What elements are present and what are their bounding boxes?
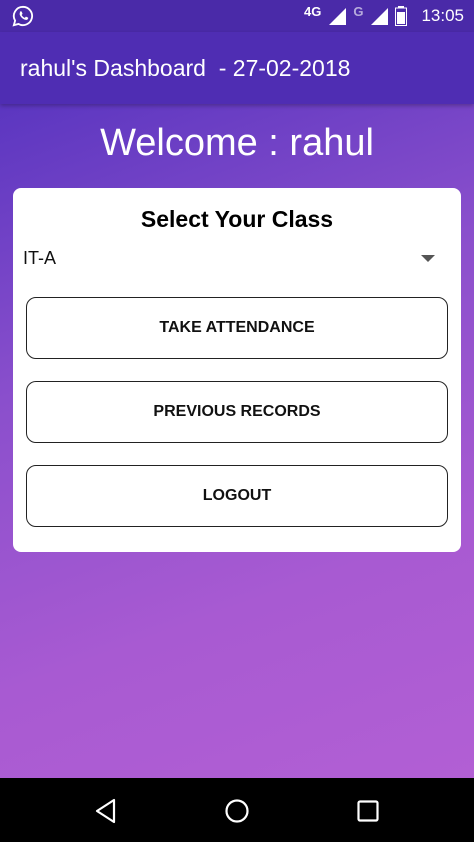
previous-records-button[interactable]: PREVIOUS RECORDS <box>26 381 448 443</box>
network-g-label: G <box>353 4 364 19</box>
system-nav-bar <box>0 778 474 842</box>
logout-button[interactable]: LOGOUT <box>26 465 448 527</box>
network-4g-label: 4G <box>303 4 322 19</box>
status-time: 13:05 <box>421 6 464 25</box>
selected-class: IT-A <box>23 247 57 268</box>
card-title: Select Your Class <box>140 206 334 232</box>
app-bar-title: rahul's Dashboard - 27-02-2018 <box>20 54 351 81</box>
signal-g-icon <box>371 8 389 25</box>
recents-icon[interactable] <box>353 796 383 826</box>
welcome-text: Welcome : rahul <box>100 122 374 164</box>
class-dropdown[interactable]: IT-A <box>23 240 435 276</box>
class-card: Select Your Class IT-A TAKE ATTENDANCE P… <box>13 188 461 552</box>
app-bar: rahul's Dashboard - 27-02-2018 <box>0 32 474 104</box>
take-attendance-button[interactable]: TAKE ATTENDANCE <box>26 297 448 359</box>
signal-4g-icon <box>329 8 347 25</box>
status-bar: 4G G 13:05 <box>0 0 474 32</box>
welcome-heading: Welcome : rahul <box>0 122 474 165</box>
whatsapp-icon <box>12 5 34 27</box>
main-content: Welcome : rahul Select Your Class IT-A T… <box>0 104 474 778</box>
back-icon[interactable] <box>92 796 122 826</box>
battery-icon <box>395 6 408 26</box>
dropdown-arrow-icon <box>421 254 435 262</box>
home-icon[interactable] <box>222 796 252 826</box>
